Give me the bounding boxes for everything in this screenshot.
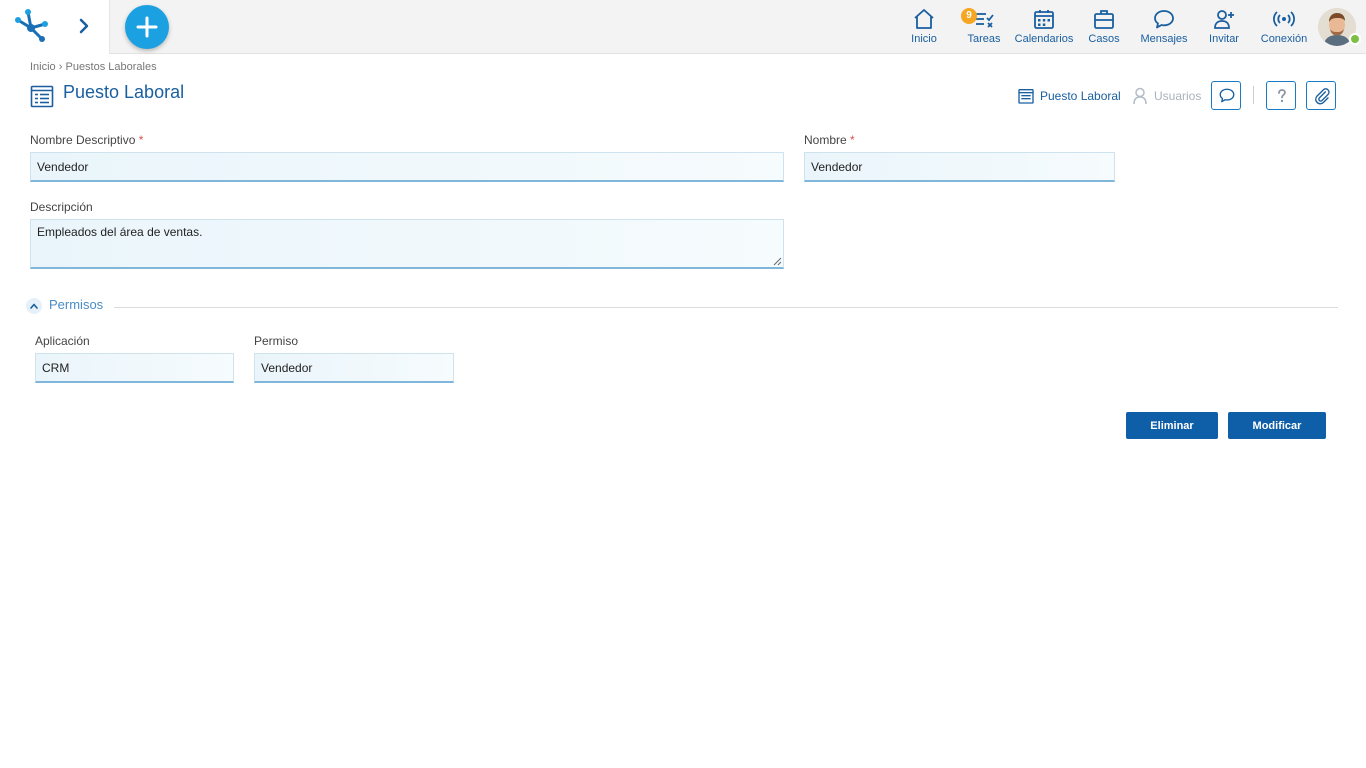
breadcrumb-separator: › xyxy=(58,61,63,73)
add-user-icon xyxy=(1214,10,1234,29)
top-bar: Inicio 9 Tareas Calendarios Casos Mensaj… xyxy=(0,0,1366,54)
field-value: Vendedor xyxy=(261,361,313,375)
nav-label: Invitar xyxy=(1209,33,1239,45)
aplicacion-label: Aplicación xyxy=(35,334,90,348)
nombre-field[interactable]: Vendedor xyxy=(804,152,1115,182)
permiso-label: Permiso xyxy=(254,334,299,348)
comments-button[interactable] xyxy=(1211,81,1241,110)
nombre-descriptivo-label: Nombre Descriptivo * xyxy=(30,133,143,147)
plus-icon xyxy=(136,16,158,38)
attachment-button[interactable] xyxy=(1306,81,1336,110)
field-value: CRM xyxy=(42,361,70,375)
nav-invitar[interactable]: Invitar xyxy=(1204,8,1244,48)
job-position-icon xyxy=(1018,89,1034,104)
nav-casos[interactable]: Casos xyxy=(1084,8,1124,48)
nav-mensajes[interactable]: Mensajes xyxy=(1138,8,1190,48)
broadcast-icon xyxy=(1273,11,1295,27)
nav-label: Conexión xyxy=(1260,33,1308,45)
user-icon xyxy=(1133,87,1147,105)
nombre-descriptivo-field[interactable]: Vendedor xyxy=(30,152,784,182)
puesto-laboral-link[interactable]: Puesto Laboral xyxy=(1018,86,1121,106)
field-value: Vendedor xyxy=(37,160,89,174)
nav-label: Mensajes xyxy=(1140,33,1188,45)
nav-tareas[interactable]: 9 Tareas xyxy=(961,8,1004,48)
app-logo-icon[interactable] xyxy=(12,8,50,44)
nav-label: Casos xyxy=(1088,33,1120,45)
puesto-laboral-label: Puesto Laboral xyxy=(1040,89,1121,103)
nav-label: Inicio xyxy=(911,33,937,45)
help-button[interactable] xyxy=(1266,81,1296,110)
nombre-label: Nombre * xyxy=(804,133,855,147)
question-icon xyxy=(1278,89,1286,103)
modificar-button[interactable]: Modificar xyxy=(1228,412,1326,439)
eliminar-button[interactable]: Eliminar xyxy=(1126,412,1218,439)
required-marker: * xyxy=(138,133,144,147)
nav-label: Tareas xyxy=(967,33,1001,45)
briefcase-icon xyxy=(1094,10,1114,29)
nav-label: Calendarios xyxy=(1014,33,1074,45)
nav-conexion[interactable]: Conexión xyxy=(1258,8,1310,48)
resize-handle-icon[interactable] xyxy=(772,256,782,266)
label-text: Nombre xyxy=(804,133,847,147)
descripcion-textarea[interactable]: Empleados del área de ventas. xyxy=(30,219,784,269)
permiso-field[interactable]: Vendedor xyxy=(254,353,454,383)
online-status-icon xyxy=(1349,33,1361,45)
header-divider xyxy=(1253,86,1254,104)
permisos-section-title[interactable]: Permisos xyxy=(49,297,103,312)
textarea-value: Empleados del área de ventas. xyxy=(37,225,203,239)
calendar-icon xyxy=(1034,10,1054,29)
breadcrumb-home[interactable]: Inicio xyxy=(30,61,56,73)
page-title: Puesto Laboral xyxy=(63,82,185,102)
paperclip-icon xyxy=(1315,88,1330,105)
required-marker: * xyxy=(850,133,855,147)
field-value: Vendedor xyxy=(811,160,863,174)
nav-inicio[interactable]: Inicio xyxy=(904,8,944,48)
permisos-collapse-button[interactable] xyxy=(26,298,42,314)
usuarios-label: Usuarios xyxy=(1154,89,1202,103)
descripcion-label: Descripción xyxy=(30,200,93,214)
logo-area xyxy=(0,0,110,54)
chevron-right-icon[interactable] xyxy=(72,14,96,38)
job-position-icon xyxy=(30,85,54,108)
nav-calendarios[interactable]: Calendarios xyxy=(1014,8,1074,48)
section-divider xyxy=(114,307,1338,308)
chat-icon xyxy=(1219,88,1235,103)
aplicacion-field[interactable]: CRM xyxy=(35,353,234,383)
breadcrumb-current[interactable]: Puestos Laborales xyxy=(65,61,156,73)
chat-icon xyxy=(1154,10,1174,29)
usuarios-link[interactable]: Usuarios xyxy=(1132,86,1201,106)
label-text: Nombre Descriptivo xyxy=(30,133,136,147)
breadcrumb: Inicio › Puestos Laborales xyxy=(30,61,157,73)
add-button[interactable] xyxy=(125,5,169,49)
tasks-badge: 9 xyxy=(961,8,977,24)
chevron-up-icon xyxy=(30,303,38,309)
home-icon xyxy=(914,9,934,29)
